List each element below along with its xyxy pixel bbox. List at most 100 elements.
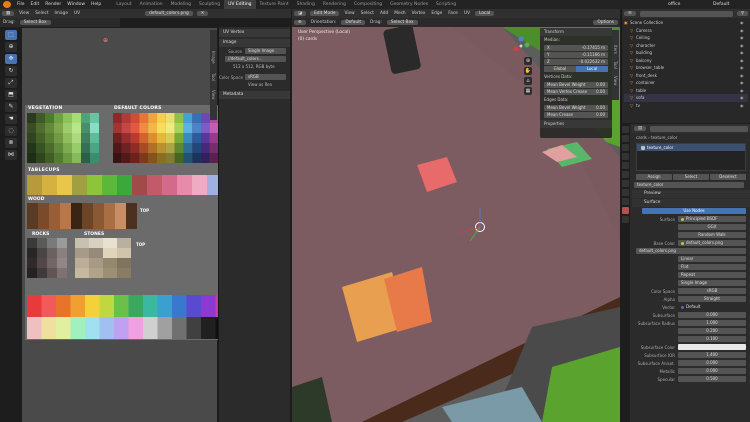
outliner-item[interactable]: ▽ front_desk ◉: [624, 72, 748, 80]
cursor-tool-icon[interactable]: ⊕: [5, 42, 17, 52]
material-name-field[interactable]: texture_color: [634, 182, 744, 188]
world-props-icon[interactable]: [622, 171, 629, 178]
visibility-icon[interactable]: ◉: [740, 72, 748, 80]
median-x-field[interactable]: X -0.17415 m: [544, 45, 608, 51]
image-source-dropdown[interactable]: Single Image: [678, 280, 746, 286]
transform-tool-icon[interactable]: ⬒: [5, 90, 17, 100]
extension-dropdown[interactable]: Repeat: [678, 272, 746, 278]
subsurface-ior-field[interactable]: 1.400: [678, 352, 746, 358]
menu-file[interactable]: File: [14, 2, 28, 7]
data-props-icon[interactable]: [622, 198, 629, 205]
specular-field[interactable]: 0.500: [678, 376, 746, 382]
local-button[interactable]: Local: [576, 66, 608, 72]
zoom-icon[interactable]: ⊕: [524, 57, 532, 65]
tab-texture-paint[interactable]: Texture Paint: [256, 0, 293, 9]
vp-menu-edge[interactable]: Edge: [428, 11, 445, 16]
tab-layout[interactable]: Layout: [112, 0, 135, 9]
tool-props-icon[interactable]: [622, 126, 629, 133]
prop-colorspace-dropdown[interactable]: sRGB: [678, 288, 746, 294]
viewport-editor-type-icon[interactable]: ◪: [294, 11, 307, 16]
select-button[interactable]: Select: [673, 174, 709, 180]
edge-bevel-weight-field[interactable]: Mean Bevel Weight 0.00: [544, 105, 608, 111]
interpolation-dropdown[interactable]: Linear: [678, 256, 746, 262]
pinch-tool-icon[interactable]: ⊗: [5, 138, 17, 148]
median-z-field[interactable]: Z -0.022632 m: [544, 59, 608, 65]
global-button[interactable]: Global: [544, 66, 576, 72]
preview-section[interactable]: Preview: [632, 190, 750, 198]
outliner-item[interactable]: ▽ table ◉: [624, 87, 748, 95]
outliner-item[interactable]: ▽ tv ◉: [624, 102, 748, 110]
vp-menu-vertex[interactable]: Vertex: [409, 11, 429, 16]
subsurface-field[interactable]: 0.000: [678, 312, 746, 318]
material-props-icon[interactable]: [622, 207, 629, 214]
object-props-icon[interactable]: [622, 180, 629, 187]
view-layer-name[interactable]: Default: [710, 2, 750, 7]
outliner-item[interactable]: ▽ Ceiling ◉: [624, 34, 748, 42]
visibility-icon[interactable]: ◉: [740, 102, 748, 110]
vp-menu-add[interactable]: Add: [377, 11, 391, 16]
image-panel[interactable]: Image: [219, 39, 290, 47]
grab-tool-icon[interactable]: ☚: [5, 114, 17, 124]
pan-icon[interactable]: ✋: [524, 67, 532, 75]
uv-menu-view[interactable]: View: [16, 11, 32, 16]
view-as-render-checkbox[interactable]: View as Ren: [245, 82, 286, 88]
vp-menu-view[interactable]: View: [341, 11, 357, 16]
mean-vertex-crease-field[interactable]: Mean Vertex Crease 0.00: [544, 89, 608, 95]
output-props-icon[interactable]: [622, 144, 629, 151]
tab-rendering[interactable]: Rendering: [319, 0, 350, 9]
relax-tool-icon[interactable]: ◌: [5, 126, 17, 136]
visibility-icon[interactable]: ◉: [740, 94, 748, 102]
vp-select-box-dropdown[interactable]: Select Box: [386, 20, 418, 25]
tab-geometry-nodes[interactable]: Geometry Nodes: [386, 0, 432, 9]
metadata-panel[interactable]: Metadata: [219, 91, 290, 99]
menu-render[interactable]: Render: [42, 2, 64, 7]
base-color-field[interactable]: default_colors.png: [678, 240, 746, 246]
visibility-icon[interactable]: ◉: [740, 87, 748, 95]
image-datablock[interactable]: default_colors.png: [636, 248, 746, 254]
render-props-icon[interactable]: [622, 135, 629, 142]
colorspace-dropdown[interactable]: sRGB: [245, 74, 286, 80]
outliner-item[interactable]: ▽ building ◉: [624, 49, 748, 57]
tab-uv-editing[interactable]: UV Editing: [224, 0, 256, 9]
texture-props-icon[interactable]: [622, 216, 629, 223]
vp-tab-item[interactable]: Item: [613, 45, 618, 54]
orientation-dropdown[interactable]: Default: [341, 20, 366, 25]
projection-dropdown[interactable]: Flat: [678, 264, 746, 270]
uv-tab-view[interactable]: View: [211, 90, 216, 100]
vp-cursor-icon[interactable]: ⊕: [294, 20, 306, 25]
select-tool-icon[interactable]: ⬚: [5, 30, 17, 40]
uv-vertex-panel[interactable]: UV Vertex: [219, 29, 290, 37]
vp-menu-face[interactable]: Face: [445, 11, 461, 16]
deselect-button[interactable]: Deselect: [710, 174, 746, 180]
outliner-item[interactable]: ▽ balcony ◉: [624, 57, 748, 65]
surface-dropdown[interactable]: Principled BSDF: [678, 216, 746, 222]
properties-type-icon[interactable]: ▤: [634, 126, 647, 131]
transform-space-dropdown[interactable]: Local: [475, 11, 495, 16]
menu-help[interactable]: Help: [88, 2, 104, 7]
material-slot[interactable]: texture_color: [637, 144, 745, 151]
visibility-icon[interactable]: ◉: [740, 79, 748, 87]
outliner-search-input[interactable]: [639, 10, 733, 17]
scene-props-icon[interactable]: [622, 162, 629, 169]
visibility-icon[interactable]: ◉: [740, 34, 748, 42]
vp-menu-select[interactable]: Select: [358, 11, 377, 16]
scale-tool-icon[interactable]: ⤢: [5, 78, 17, 88]
image-selector[interactable]: default_colors.png: [145, 11, 193, 16]
visibility-icon[interactable]: ◉: [740, 64, 748, 72]
subsurface-color-swatch[interactable]: [678, 344, 746, 350]
subsurface-aniso-field[interactable]: 0.000: [678, 360, 746, 366]
visibility-icon[interactable]: ◉: [740, 49, 748, 57]
tab-shading[interactable]: Shading: [293, 0, 319, 9]
close-icon[interactable]: ✕: [196, 11, 209, 16]
view-layer-props-icon[interactable]: [622, 153, 629, 160]
material-slot-list[interactable]: texture_color: [636, 143, 746, 171]
outliner-item[interactable]: ▽ sofa ◉: [624, 94, 748, 102]
subsurface-radius-x[interactable]: 1.000: [678, 320, 746, 326]
assign-button[interactable]: Assign: [636, 174, 672, 180]
uv-menu-image[interactable]: Image: [52, 11, 71, 16]
subsurface-radius-y[interactable]: 0.200: [678, 328, 746, 334]
filter-icon[interactable]: ⚲: [736, 11, 748, 16]
vp-menu-mesh[interactable]: Mesh: [391, 11, 408, 16]
transform-header[interactable]: Transform: [540, 28, 612, 36]
mode-dropdown[interactable]: Edit Mode: [310, 11, 340, 16]
